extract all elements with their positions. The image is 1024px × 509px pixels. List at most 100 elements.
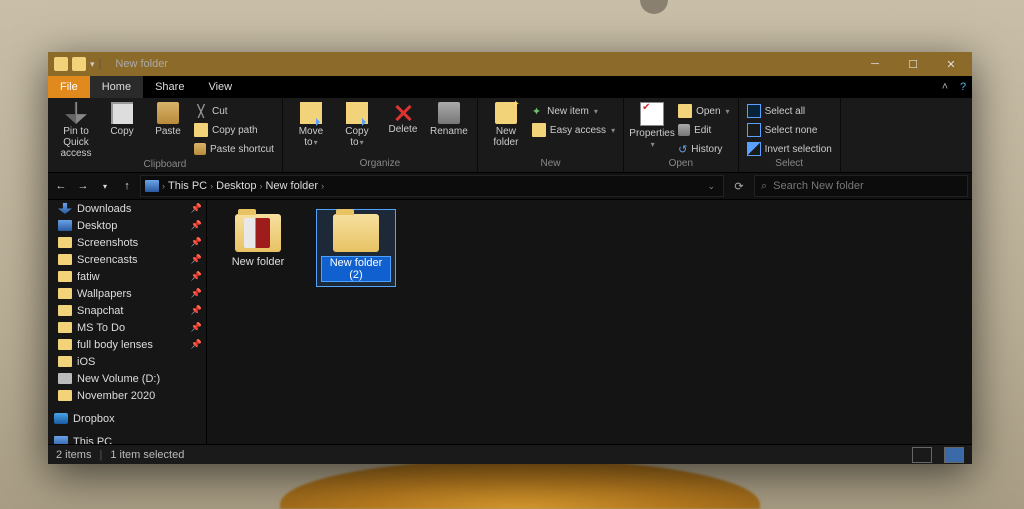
edit-icon bbox=[678, 124, 690, 136]
paste-shortcut-button[interactable]: Paste shortcut bbox=[192, 140, 276, 158]
close-button[interactable]: ✕ bbox=[936, 52, 966, 76]
search-icon: ⌕ bbox=[761, 180, 767, 193]
nav-pane[interactable]: Downloads📌Desktop📌Screenshots📌Screencast… bbox=[48, 200, 207, 444]
sidebar-item[interactable]: Screencasts📌 bbox=[48, 251, 206, 268]
file-item[interactable]: New folder (2) bbox=[317, 210, 395, 286]
move-to-button[interactable]: Moveto▾ bbox=[289, 100, 333, 148]
up-button[interactable]: ↑ bbox=[118, 177, 136, 195]
breadcrumb-item[interactable]: This PC bbox=[168, 180, 207, 192]
maximize-button[interactable]: ☐ bbox=[898, 52, 928, 76]
tab-home[interactable]: Home bbox=[90, 76, 143, 98]
breadcrumb-item[interactable]: New folder bbox=[265, 180, 318, 192]
open-button[interactable]: Open▾ bbox=[676, 102, 731, 120]
properties-icon bbox=[640, 102, 664, 126]
invert-selection-button[interactable]: Invert selection bbox=[745, 140, 834, 158]
group-organize: Moveto▾ Copyto▾ Delete Rename Organize bbox=[283, 98, 478, 172]
check-icon bbox=[747, 104, 761, 118]
refresh-button[interactable]: ⟳ bbox=[728, 180, 750, 193]
sidebar-item[interactable]: Desktop📌 bbox=[48, 217, 206, 234]
ribbon: Pin to Quickaccess Copy Paste Cut Copy p… bbox=[48, 98, 972, 173]
select-none-button[interactable]: Select none bbox=[745, 121, 834, 139]
sidebar-item[interactable]: iOS bbox=[48, 353, 206, 370]
group-label: New bbox=[484, 158, 617, 170]
sidebar-item[interactable]: Downloads📌 bbox=[48, 200, 206, 217]
pin-icon: 📌 bbox=[191, 322, 202, 333]
folder-icon bbox=[58, 390, 72, 401]
delete-button[interactable]: Delete bbox=[381, 100, 425, 135]
sidebar-item[interactable]: full body lenses📌 bbox=[48, 336, 206, 353]
file-item[interactable]: New folder bbox=[219, 210, 297, 272]
back-button[interactable]: ← bbox=[52, 177, 70, 195]
desktop-thumbtack bbox=[640, 0, 668, 14]
breadcrumb-item[interactable]: Desktop bbox=[216, 180, 256, 192]
item-count: 2 items bbox=[56, 449, 91, 461]
sidebar-header[interactable]: This PC bbox=[48, 433, 206, 444]
new-folder-button[interactable]: Newfolder bbox=[484, 100, 528, 148]
search-placeholder: Search New folder bbox=[773, 180, 864, 192]
history-button[interactable]: ↺History bbox=[676, 140, 731, 158]
shortcut-icon bbox=[194, 143, 206, 155]
forward-button[interactable]: → bbox=[74, 177, 92, 195]
address-dropdown[interactable]: ⌄ bbox=[703, 181, 719, 192]
easy-access-button[interactable]: Easy access▾ bbox=[530, 121, 617, 139]
move-icon bbox=[300, 102, 322, 124]
edit-button[interactable]: Edit bbox=[676, 121, 731, 139]
tab-share[interactable]: Share bbox=[143, 76, 196, 98]
sidebar-item[interactable]: Wallpapers📌 bbox=[48, 285, 206, 302]
check-icon bbox=[747, 123, 761, 137]
file-name-input[interactable]: New folder (2) bbox=[321, 256, 391, 282]
sidebar-item[interactable]: November 2020 bbox=[48, 387, 206, 404]
folder-icon bbox=[58, 237, 72, 248]
qat-icon[interactable] bbox=[54, 57, 68, 71]
qat-icon[interactable] bbox=[72, 57, 86, 71]
titlebar[interactable]: ▾ | New folder ─ ☐ ✕ bbox=[48, 52, 972, 76]
help-button[interactable]: ? bbox=[954, 76, 972, 98]
copy-path-button[interactable]: Copy path bbox=[192, 121, 276, 139]
paste-button[interactable]: Paste bbox=[146, 100, 190, 137]
sidebar-item[interactable]: New Volume (D:) bbox=[48, 370, 206, 387]
properties-button[interactable]: Properties▾ bbox=[630, 100, 674, 150]
folder-icon bbox=[58, 322, 72, 333]
recent-button[interactable]: ▾ bbox=[96, 177, 114, 195]
paste-icon bbox=[157, 102, 179, 124]
tab-view[interactable]: View bbox=[196, 76, 244, 98]
folder-icon bbox=[58, 356, 72, 367]
folder-icon bbox=[58, 288, 72, 299]
sidebar-header[interactable]: Dropbox bbox=[48, 410, 206, 427]
desktop-fabric bbox=[280, 459, 760, 509]
copy-to-button[interactable]: Copyto▾ bbox=[335, 100, 379, 148]
minimize-button[interactable]: ─ bbox=[860, 52, 890, 76]
rename-button[interactable]: Rename bbox=[427, 100, 471, 137]
copy-button[interactable]: Copy bbox=[100, 100, 144, 137]
collapse-ribbon-button[interactable]: ˄ bbox=[936, 76, 954, 98]
pin-icon: 📌 bbox=[191, 288, 202, 299]
pin-icon: 📌 bbox=[191, 254, 202, 265]
sidebar-item[interactable]: MS To Do📌 bbox=[48, 319, 206, 336]
details-view-button[interactable] bbox=[912, 447, 932, 463]
copyto-icon bbox=[346, 102, 368, 124]
sidebar-item[interactable]: Screenshots📌 bbox=[48, 234, 206, 251]
open-icon bbox=[678, 104, 692, 118]
pin-icon: 📌 bbox=[191, 203, 202, 214]
file-name: New folder bbox=[232, 256, 285, 268]
rename-icon bbox=[438, 102, 460, 124]
status-bar: 2 items | 1 item selected bbox=[48, 444, 972, 464]
search-input[interactable]: ⌕ Search New folder bbox=[754, 175, 968, 197]
file-list[interactable]: New folder New folder (2) bbox=[207, 200, 972, 444]
icons-view-button[interactable] bbox=[944, 447, 964, 463]
folder-icon bbox=[54, 436, 68, 444]
cut-button[interactable]: Cut bbox=[192, 102, 276, 120]
tab-file[interactable]: File bbox=[48, 76, 90, 98]
sidebar-item[interactable]: Snapchat📌 bbox=[48, 302, 206, 319]
folder-icon bbox=[58, 305, 72, 316]
folder-icon bbox=[235, 214, 281, 252]
select-all-button[interactable]: Select all bbox=[745, 102, 834, 120]
new-item-button[interactable]: ✦New item▾ bbox=[530, 102, 617, 120]
copy-icon bbox=[111, 102, 133, 124]
sidebar-item[interactable]: fatiw📌 bbox=[48, 268, 206, 285]
easy-icon bbox=[532, 123, 546, 137]
pin-quick-access-button[interactable]: Pin to Quickaccess bbox=[54, 100, 98, 159]
group-clipboard: Pin to Quickaccess Copy Paste Cut Copy p… bbox=[48, 98, 283, 172]
folder-icon bbox=[58, 220, 72, 231]
breadcrumb[interactable]: › This PC› Desktop› New folder› ⌄ bbox=[140, 175, 724, 197]
